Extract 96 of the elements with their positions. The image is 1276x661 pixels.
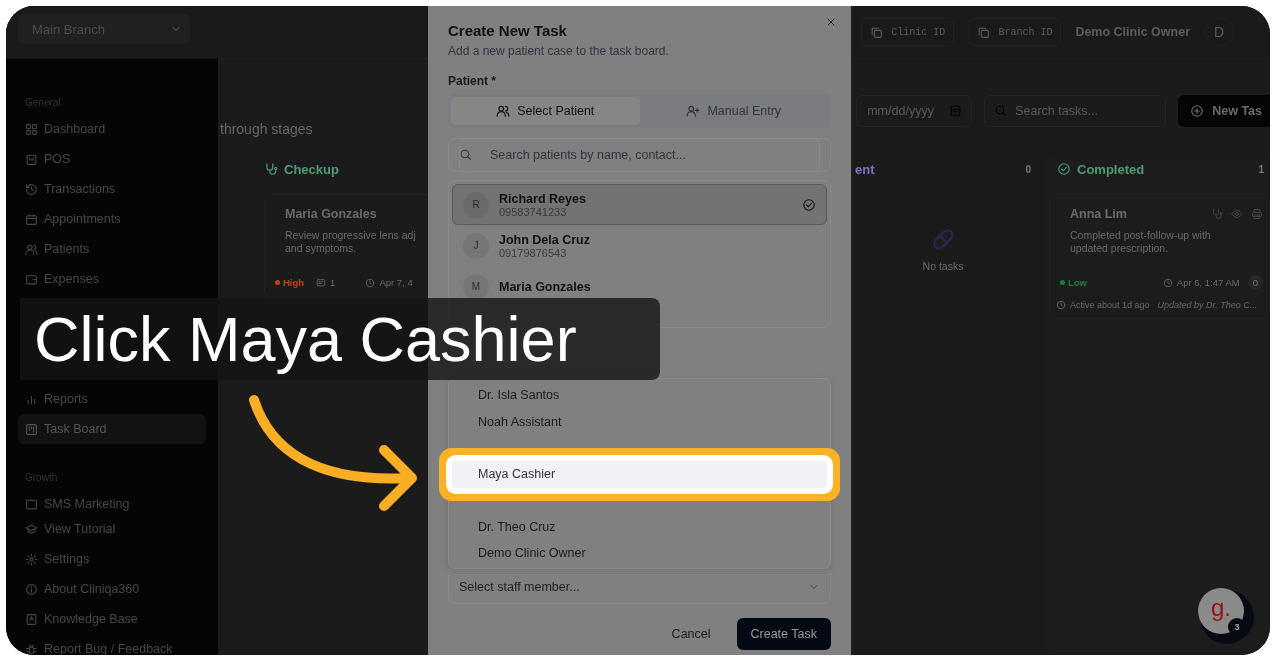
clock-icon [365, 277, 376, 288]
search-field[interactable]: Search tasks... [984, 95, 1167, 127]
staff-option[interactable]: Demo Clinic Owner [452, 540, 827, 567]
nav-item[interactable]: Patients [18, 234, 206, 264]
grid-icon [25, 122, 38, 136]
priority-label: High [283, 277, 305, 288]
users-icon [25, 242, 38, 256]
nav-item[interactable]: Knowledge Base [18, 604, 206, 634]
users-icon [496, 104, 511, 118]
date-field[interactable]: mm/dd/yyyy [856, 95, 973, 127]
patient-phone: 09583741233 [499, 205, 567, 218]
patient-search-field[interactable]: Search patients by name, contact... [459, 138, 820, 172]
dialog-title: Create New Task [448, 22, 568, 39]
description-line: Review progressive lens adj [285, 229, 417, 242]
description-line: Completed post-follow-up with [1070, 229, 1212, 242]
nav-item[interactable]: Transactions [18, 174, 206, 204]
staff-option[interactable]: Noah Assistant [452, 408, 827, 435]
bug-icon [25, 642, 38, 655]
close-icon[interactable] [825, 16, 837, 28]
column-count: 0 [1025, 163, 1031, 175]
patient-avatar: J [463, 232, 489, 259]
patient-avatar: R [463, 191, 489, 218]
staff-option[interactable]: Dr. Theo Cruz [452, 513, 827, 540]
due-date: Apr 7, 4 [379, 277, 413, 288]
comment-icon [316, 277, 327, 288]
create-task-button[interactable]: Create Task [736, 618, 831, 650]
updated-by-text: Updated by Dr. Theo C... [1157, 300, 1258, 310]
copy-id-button[interactable]: Branch ID [968, 18, 1062, 46]
square-icon [25, 497, 38, 511]
page-subtitle: through stages [220, 121, 313, 137]
check-circle-icon [1057, 162, 1071, 176]
patient-option[interactable]: R Richard Reyes 09583741233 [452, 184, 827, 225]
book-icon [25, 612, 38, 626]
activity-text: Active about 1d ago [1070, 300, 1150, 310]
nav-item[interactable]: About Cliniqa360 [18, 574, 206, 604]
calendar-icon [25, 212, 38, 226]
empty-text: No tasks [922, 260, 964, 272]
info-icon [25, 582, 38, 596]
comment-count: 1 [330, 277, 336, 288]
search-icon [459, 148, 472, 161]
stethoscope-icon[interactable] [1211, 208, 1223, 220]
patient-name: John Dela Cruz [499, 232, 591, 247]
cancel-button[interactable]: Cancel [665, 626, 717, 642]
priority-label: Low [1068, 277, 1087, 288]
tab[interactable]: Manual Entry [639, 97, 828, 125]
staff-select[interactable]: Select staff member... [448, 570, 831, 604]
column-title: Checkup [284, 161, 339, 177]
history-icon [25, 182, 38, 196]
column-title: Completed [1077, 161, 1145, 177]
patient-avatar: M [463, 273, 489, 300]
wallet-icon [25, 272, 38, 286]
printer-icon[interactable] [1251, 208, 1263, 220]
nav-item[interactable]: Report Bug / Feedback [18, 634, 206, 655]
nav-item[interactable]: Dashboard [18, 114, 206, 144]
plus-circle-icon [1190, 104, 1205, 118]
search-icon [994, 104, 1008, 117]
patient-name: Anna Lim [1070, 207, 1127, 221]
new-task-button[interactable]: New Tas [1178, 95, 1270, 127]
copy-id-button[interactable]: Clinic ID [861, 18, 955, 46]
patient-name: Maria Gonzales [499, 279, 592, 294]
patient-name: Maria Gonzales [285, 207, 377, 221]
nav-item[interactable]: Appointments [18, 204, 206, 234]
clock-icon [1056, 300, 1066, 310]
board-icon [25, 422, 38, 436]
copy-icon [977, 25, 991, 39]
due-date: Apr 6, 1:47 AM [1176, 277, 1240, 288]
staff-option[interactable]: Dr. Isla Santos [452, 382, 827, 409]
count-chip: 0 [1247, 275, 1263, 290]
eye-icon[interactable] [1231, 208, 1243, 220]
graduation-cap-icon [25, 522, 38, 536]
tab[interactable]: Select Patient [451, 97, 640, 125]
nav-item[interactable]: Task Board [18, 414, 206, 444]
description-line: updated prescription. [1070, 242, 1170, 255]
nav-item[interactable]: Expenses [18, 264, 206, 294]
column-count: 1 [1258, 163, 1264, 175]
pill-icon [930, 226, 956, 252]
patient-name: Richard Reyes [499, 191, 587, 206]
calendar-icon [949, 104, 963, 117]
patient-option[interactable]: J John Dela Cruz 09179876543 [452, 225, 827, 266]
field-label: Patient * [448, 74, 497, 88]
clock-icon [1162, 277, 1173, 288]
user-name: Demo Clinic Owner [1075, 25, 1190, 39]
copy-icon [870, 25, 884, 39]
nav-item[interactable]: Settings [18, 544, 206, 574]
patient-phone: 09179876543 [499, 246, 568, 259]
stethoscope-icon [264, 162, 278, 176]
nav-item[interactable]: POS [18, 144, 206, 174]
user-plus-icon [686, 104, 701, 118]
column-title: ent [855, 161, 875, 177]
check-circle-icon [802, 197, 816, 212]
nav-item[interactable]: Reports [18, 384, 206, 414]
dialog-subtitle: Add a new patient case to the task board. [448, 44, 670, 58]
bag-icon [25, 152, 38, 166]
task-card[interactable]: Anna Lim Completed post-follow-up with updated prescription. Low Apr 6, 1:47 AM 0 Active about 1d ago Updated by Dr. Theo C... [1049, 194, 1270, 319]
instruction-tooltip: Click Maya Cashier [20, 298, 660, 380]
description-line: and symptoms. [285, 242, 358, 255]
